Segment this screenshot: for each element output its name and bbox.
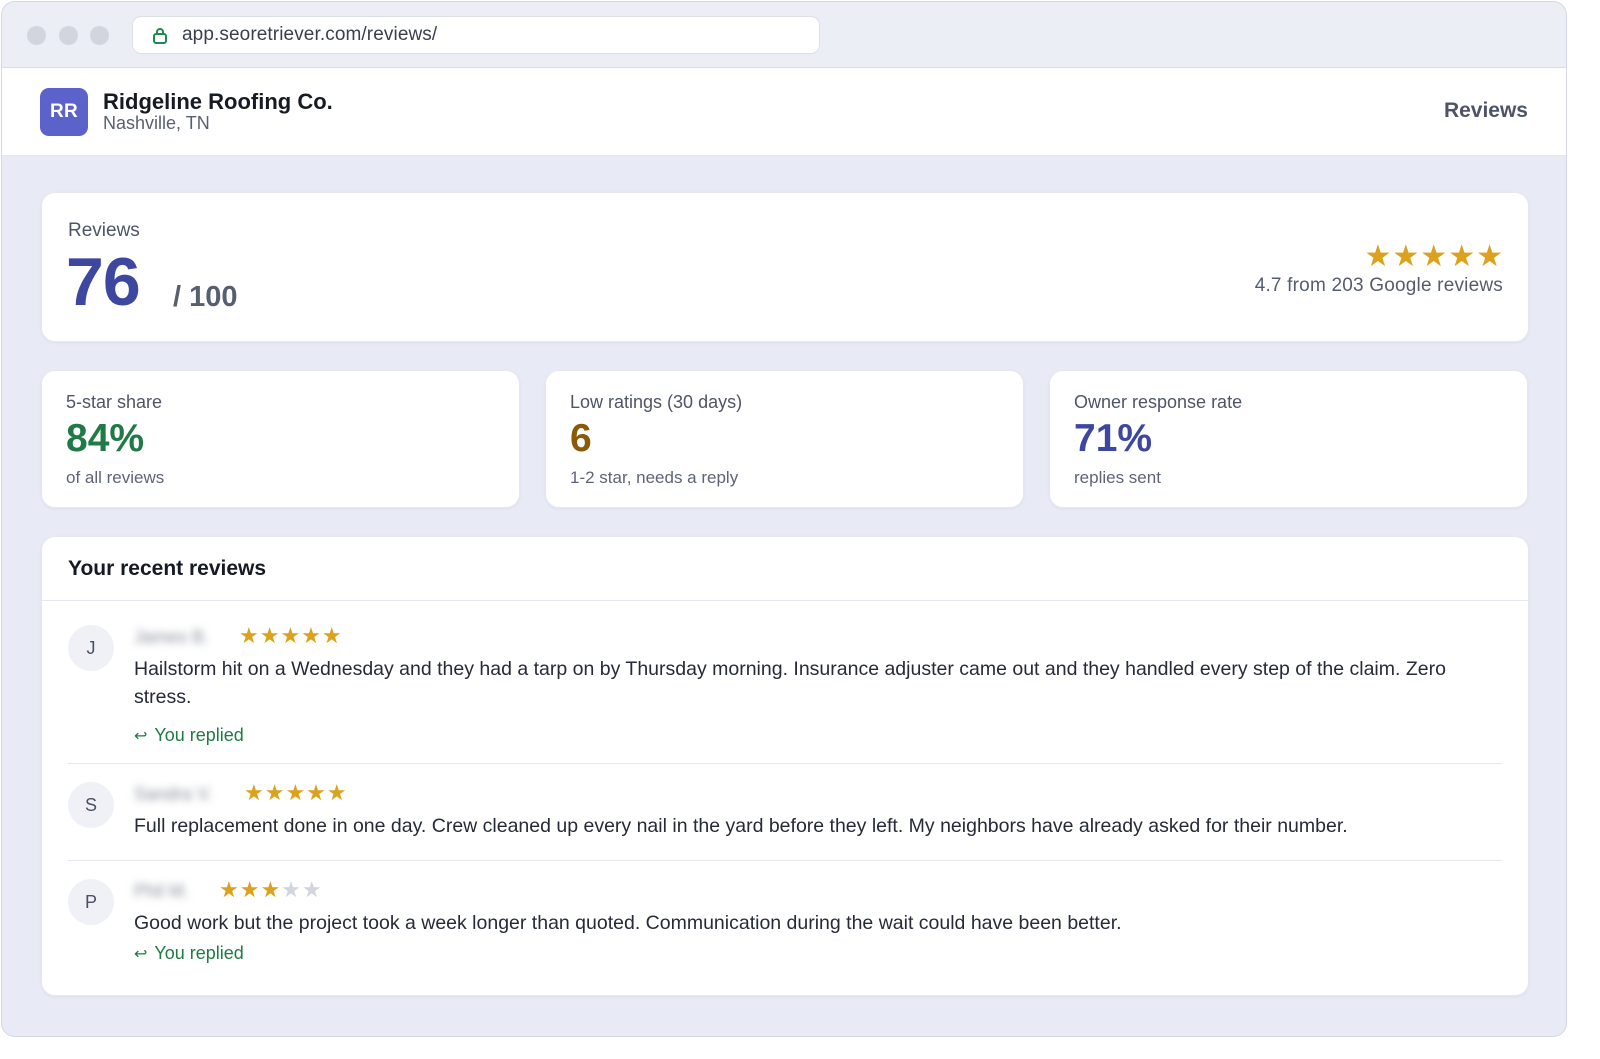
window-maximize-dot[interactable] xyxy=(90,26,109,45)
score-label: Reviews xyxy=(68,220,140,241)
lock-icon xyxy=(153,27,167,44)
business-name: Ridgeline Roofing Co. xyxy=(103,89,333,114)
reply-arrow-icon: ↩ xyxy=(134,945,148,963)
review-text: Good work but the project took a week lo… xyxy=(134,912,1122,934)
stat-subtext: of all reviews xyxy=(66,468,165,487)
rating-summary: 4.7 from 203 Google reviews xyxy=(1254,275,1503,296)
recent-reviews-card: Your recent reviews J James B. ★★★★★ Hai… xyxy=(41,536,1529,996)
browser-window: app.seoretriever.com/reviews/ RR Ridgeli… xyxy=(1,1,1567,1037)
app-header: RR Ridgeline Roofing Co. Nashville, TN R… xyxy=(2,68,1566,156)
window-close-dot[interactable] xyxy=(27,26,46,45)
address-url[interactable]: app.seoretriever.com/reviews/ xyxy=(182,24,437,46)
replied-indicator[interactable]: ↩ You replied xyxy=(134,725,244,746)
divider xyxy=(68,763,1502,764)
divider xyxy=(68,860,1502,861)
recent-reviews-title: Your recent reviews xyxy=(68,557,267,580)
score-value: 76 xyxy=(66,244,141,320)
stat-card-response-rate: Owner response rate 71% replies sent xyxy=(1049,370,1528,508)
stat-value: 6 xyxy=(570,417,592,460)
stat-subtext: 1-2 star, needs a reply xyxy=(570,468,739,487)
reviewer-name-blurred: Sandra V. xyxy=(134,784,213,804)
review-score-card: Reviews 76 / 100 ★★★★★ 4.7 from 203 Goog… xyxy=(41,192,1529,342)
reviewer-avatar: S xyxy=(68,782,114,828)
replied-indicator[interactable]: ↩ You replied xyxy=(134,943,244,964)
reply-arrow-icon: ↩ xyxy=(134,727,148,745)
nav-reviews-link[interactable]: Reviews xyxy=(1444,99,1528,123)
reviewer-avatar: J xyxy=(68,625,114,671)
stat-subtext: replies sent xyxy=(1074,468,1161,487)
stat-card-five-star-share: 5-star share 84% of all reviews xyxy=(41,370,520,508)
divider xyxy=(42,600,1528,601)
business-logo: RR xyxy=(40,88,88,136)
window-minimize-dot[interactable] xyxy=(59,26,78,45)
reviewer-avatar: P xyxy=(68,879,114,925)
stat-label: Owner response rate xyxy=(1074,392,1243,412)
review-text: Hailstorm hit on a Wednesday and they ha… xyxy=(134,658,1446,708)
review-stars-icon: ★★★★★ xyxy=(244,780,348,805)
rating-stars-icon: ★★★★★ xyxy=(1364,240,1504,273)
address-bar[interactable]: app.seoretriever.com/reviews/ xyxy=(132,16,820,54)
stat-value: 71% xyxy=(1074,417,1153,460)
stat-label: 5-star share xyxy=(66,392,163,412)
score-max: / 100 xyxy=(173,281,238,313)
stat-card-low-ratings: Low ratings (30 days) 6 1-2 star, needs … xyxy=(545,370,1024,508)
reviewer-name-blurred: James B. xyxy=(134,627,210,647)
review-text: Full replacement done in one day. Crew c… xyxy=(134,815,1348,837)
reviewer-name-blurred: Phil M. xyxy=(134,881,190,901)
review-stars-icon: ★★★★★ xyxy=(219,877,323,902)
browser-chrome: app.seoretriever.com/reviews/ xyxy=(2,2,1566,68)
review-stars-icon: ★★★★★ xyxy=(239,623,343,648)
stat-label: Low ratings (30 days) xyxy=(570,392,743,412)
business-location: Nashville, TN xyxy=(103,113,210,133)
stat-value: 84% xyxy=(66,417,145,460)
